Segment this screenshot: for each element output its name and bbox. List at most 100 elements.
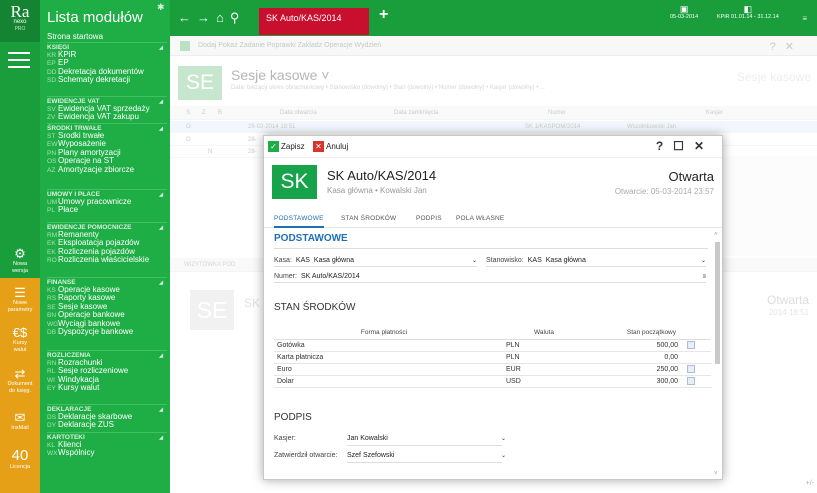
menu-item[interactable]: UMUmowy pracownicze bbox=[47, 198, 167, 206]
menu-item[interactable]: ST Środki trwałe bbox=[47, 132, 167, 140]
menu-item[interactable]: AZ Amortyzacje zbiorcze bbox=[47, 166, 167, 174]
more-menu-icon[interactable]: ≡ bbox=[802, 14, 807, 23]
menu-item[interactable]: BN Operacje bankowe bbox=[47, 311, 167, 319]
menu-group-header[interactable]: DEKLARACJE ◢ bbox=[47, 404, 167, 413]
rail-exchange-rates[interactable]: €$ Kursy walut bbox=[0, 325, 40, 353]
menu-item[interactable]: SV Ewidencja VAT sprzedaży bbox=[47, 105, 167, 113]
tab-signature[interactable]: PODPIS bbox=[416, 215, 442, 228]
opening-balance-cell[interactable]: 0,00 bbox=[594, 351, 684, 364]
opening-balance-cell[interactable]: 300,00 bbox=[594, 375, 684, 388]
menu-item[interactable]: OS Operacje na ŚT bbox=[47, 157, 167, 165]
dialog-scrollbar[interactable]: ˄ ˅ bbox=[714, 232, 720, 477]
menu-group-header[interactable]: ROZLICZENIA ◢ bbox=[47, 350, 167, 359]
menu-item[interactable]: DD Dekretacja dokumentów bbox=[47, 68, 167, 76]
menu-item[interactable]: RL Sesje rozliczeniowe bbox=[47, 367, 167, 375]
add-tab-button[interactable]: + bbox=[379, 6, 388, 24]
menu-item[interactable]: DS Deklaracje skarbowe bbox=[47, 413, 167, 421]
menu-item[interactable]: RORozliczenia właścicielskie bbox=[47, 256, 167, 264]
back-arrow-icon[interactable]: ← bbox=[178, 10, 197, 25]
menu-item[interactable]: PN Plany amortyzacji bbox=[47, 149, 167, 157]
menu-item[interactable]: SD Schematy dekretacji bbox=[47, 76, 167, 84]
hamburger-menu-icon[interactable] bbox=[8, 52, 30, 68]
search-icon[interactable]: ⚲ bbox=[230, 10, 246, 25]
opening-balance-cell[interactable]: 250,00 bbox=[594, 363, 684, 376]
workstation-select[interactable]: Stanowisko: KAS Kasa główna ⌄ bbox=[486, 255, 706, 267]
menu-item[interactable]: EY Kursy walut bbox=[47, 384, 167, 392]
menu-item[interactable]: WI Windykacja bbox=[47, 376, 167, 384]
scroll-up-icon[interactable]: ˄ bbox=[714, 232, 718, 238]
calculator-icon[interactable] bbox=[687, 365, 695, 373]
collapse-triangle-icon[interactable]: ◢ bbox=[159, 99, 163, 105]
tab-basic[interactable]: PODSTAWOWE bbox=[274, 215, 324, 228]
rail-document-posting[interactable]: ⇄ Dokument do księg. bbox=[0, 366, 40, 394]
menu-item[interactable]: KS Operacje kasowe bbox=[47, 286, 167, 294]
menu-group-header[interactable]: UMOWY I PŁACE ◢ bbox=[47, 189, 167, 198]
field-label: Zatwierdził otwarcie: bbox=[274, 452, 338, 459]
start-page-link[interactable]: Strona startowa bbox=[47, 32, 103, 41]
cancel-button[interactable]: ✕ Anuluj bbox=[313, 141, 348, 153]
tab-funds[interactable]: STAN ŚRODKÓW bbox=[341, 215, 396, 228]
home-icon[interactable]: ⌂ bbox=[216, 10, 230, 25]
menu-group-header[interactable]: EWIDENCJE VAT ◢ bbox=[47, 96, 167, 105]
pin-icon[interactable]: ✱ bbox=[157, 2, 165, 13]
scroll-down-icon[interactable]: ˅ bbox=[714, 471, 718, 477]
menu-item[interactable]: DB Dyspozycje bankowe bbox=[47, 328, 167, 336]
save-button[interactable]: ✓ Zapisz bbox=[268, 141, 305, 153]
collapse-triangle-icon[interactable]: ◢ bbox=[159, 435, 163, 441]
collapse-triangle-icon[interactable]: ◢ bbox=[159, 126, 163, 132]
menu-item[interactable]: KL Klienci bbox=[47, 441, 167, 449]
rail-insmail[interactable]: ✉ InsMail bbox=[0, 410, 40, 432]
tab-sk-auto-kas[interactable]: SK Auto/KAS/2014 bbox=[259, 8, 369, 35]
menu-item[interactable]: WXWspólnicy bbox=[47, 449, 167, 457]
collapse-triangle-icon[interactable]: ◢ bbox=[159, 353, 163, 359]
rail-new-parameters[interactable]: ☰ Nowe parametry bbox=[0, 285, 40, 313]
rail-new-version[interactable]: ⚙ Nowa wersja bbox=[0, 246, 40, 274]
menu-item[interactable]: EP EP bbox=[47, 59, 167, 67]
approver-field[interactable]: Zatwierdził otwarcie: Szef Szefowski ⌄ bbox=[274, 450, 506, 463]
cashier-field[interactable]: Kasjer: Jan Kowalski ⌄ bbox=[274, 433, 506, 446]
close-icon: ✕ bbox=[313, 141, 324, 152]
menu-item[interactable]: RS Raporty kasowe bbox=[47, 294, 167, 302]
app-logo[interactable]: Ra nexo PRO bbox=[0, 0, 40, 42]
menu-item[interactable]: WGWyciągi bankowe bbox=[47, 320, 167, 328]
menu-item[interactable]: SE Sesje kasowe bbox=[47, 303, 167, 311]
menu-item[interactable]: EK Eksploatacja pojazdów bbox=[47, 239, 167, 247]
menu-group-header[interactable]: KARTOTEKI ◢ bbox=[47, 432, 167, 441]
menu-item[interactable]: EK Rozliczenia pojazdów bbox=[47, 248, 167, 256]
menu-item[interactable]: PL Płace bbox=[47, 206, 167, 214]
collapse-triangle-icon[interactable]: ◢ bbox=[159, 192, 163, 198]
help-icon[interactable]: ? bbox=[656, 139, 673, 153]
menu-item[interactable]: EWWyposażenie bbox=[47, 140, 167, 148]
collapse-triangle-icon[interactable]: ◢ bbox=[159, 225, 163, 231]
menu-item[interactable]: ZV Ewidencja VAT zakupu bbox=[47, 113, 167, 121]
menu-group-header[interactable]: EWIDENCJE POMOCNICZE ◢ bbox=[47, 222, 167, 231]
date-indicator[interactable]: ▣ 05-03-2014 bbox=[670, 4, 698, 20]
numbering-menu-icon[interactable]: ≡ bbox=[702, 271, 706, 283]
table-row[interactable]: Dolar USD 300,00 bbox=[274, 375, 711, 388]
menu-item[interactable]: RN Rozrachunki bbox=[47, 359, 167, 367]
table-row[interactable]: Gotówka PLN 500,00 bbox=[274, 339, 711, 352]
calculator-icon[interactable] bbox=[687, 377, 695, 385]
collapse-triangle-icon[interactable]: ◢ bbox=[159, 280, 163, 286]
maximize-icon[interactable]: ☐ bbox=[673, 139, 694, 153]
number-field[interactable]: Numer: SK Auto/KAS/2014 ≡ bbox=[274, 271, 706, 283]
cashbox-select[interactable]: Kasa: KAS Kasa główna ⌄ bbox=[274, 255, 477, 267]
menu-group-header[interactable]: FINANSE ◢ bbox=[47, 277, 167, 286]
menu-item[interactable]: DY Deklaracje ZUS bbox=[47, 421, 167, 429]
collapse-triangle-icon[interactable]: ◢ bbox=[159, 407, 163, 413]
close-dialog-icon[interactable]: ✕ bbox=[694, 139, 714, 153]
table-row[interactable]: Karta płatnicza PLN 0,00 bbox=[274, 351, 711, 364]
collapse-triangle-icon[interactable]: ◢ bbox=[159, 45, 163, 51]
tab-custom-fields[interactable]: POLA WŁASNE bbox=[456, 215, 504, 228]
scroll-thumb[interactable] bbox=[715, 242, 720, 364]
menu-item[interactable]: KR KPiR bbox=[47, 51, 167, 59]
forward-arrow-icon[interactable]: → bbox=[197, 10, 216, 25]
table-row[interactable]: Euro EUR 250,00 bbox=[274, 363, 711, 376]
calculator-icon[interactable] bbox=[687, 341, 695, 349]
menu-group-header[interactable]: KSIĘGI ◢ bbox=[47, 42, 167, 51]
menu-item[interactable]: RMRemanenty bbox=[47, 231, 167, 239]
rail-license[interactable]: 40 Licencja bbox=[0, 447, 40, 471]
period-indicator[interactable]: ◧ KPiR 01.01.14 - 31.12.14 bbox=[717, 4, 779, 20]
opening-balance-cell[interactable]: 500,00 bbox=[594, 339, 684, 352]
menu-group-header[interactable]: ŚRODKI TRWAŁE ◢ bbox=[47, 123, 167, 132]
